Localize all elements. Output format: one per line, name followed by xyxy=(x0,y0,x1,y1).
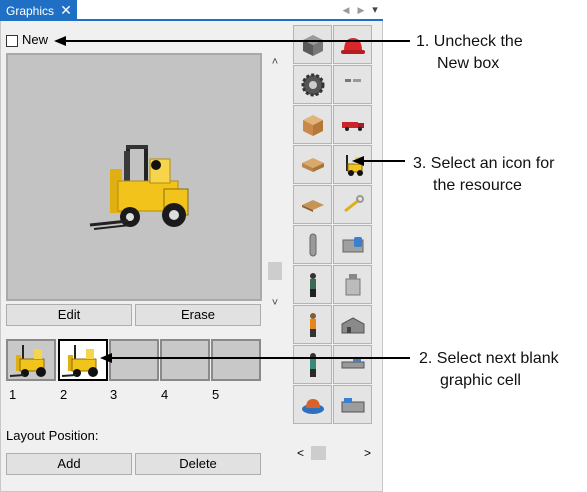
annotation-step2-line1: 2. Select next blank xyxy=(419,350,559,367)
annotation-step1-line2: New box xyxy=(437,55,500,72)
annotation-step2: 2. Select next blank graphic cell xyxy=(419,348,559,392)
annotation-step3-line1: 3. Select an icon for xyxy=(413,155,555,172)
annotation-step2-line2: graphic cell xyxy=(440,372,521,389)
arrowhead xyxy=(54,36,66,46)
annotation-step1: 1. Uncheck the New box xyxy=(416,31,523,75)
annotation-step1-line1: 1. Uncheck the xyxy=(416,33,523,50)
annotation-step3-line2: the resource xyxy=(433,177,522,194)
annotation-step3: 3. Select an icon for the resource xyxy=(413,153,554,197)
arrowhead xyxy=(352,156,364,166)
arrowhead xyxy=(100,353,112,363)
